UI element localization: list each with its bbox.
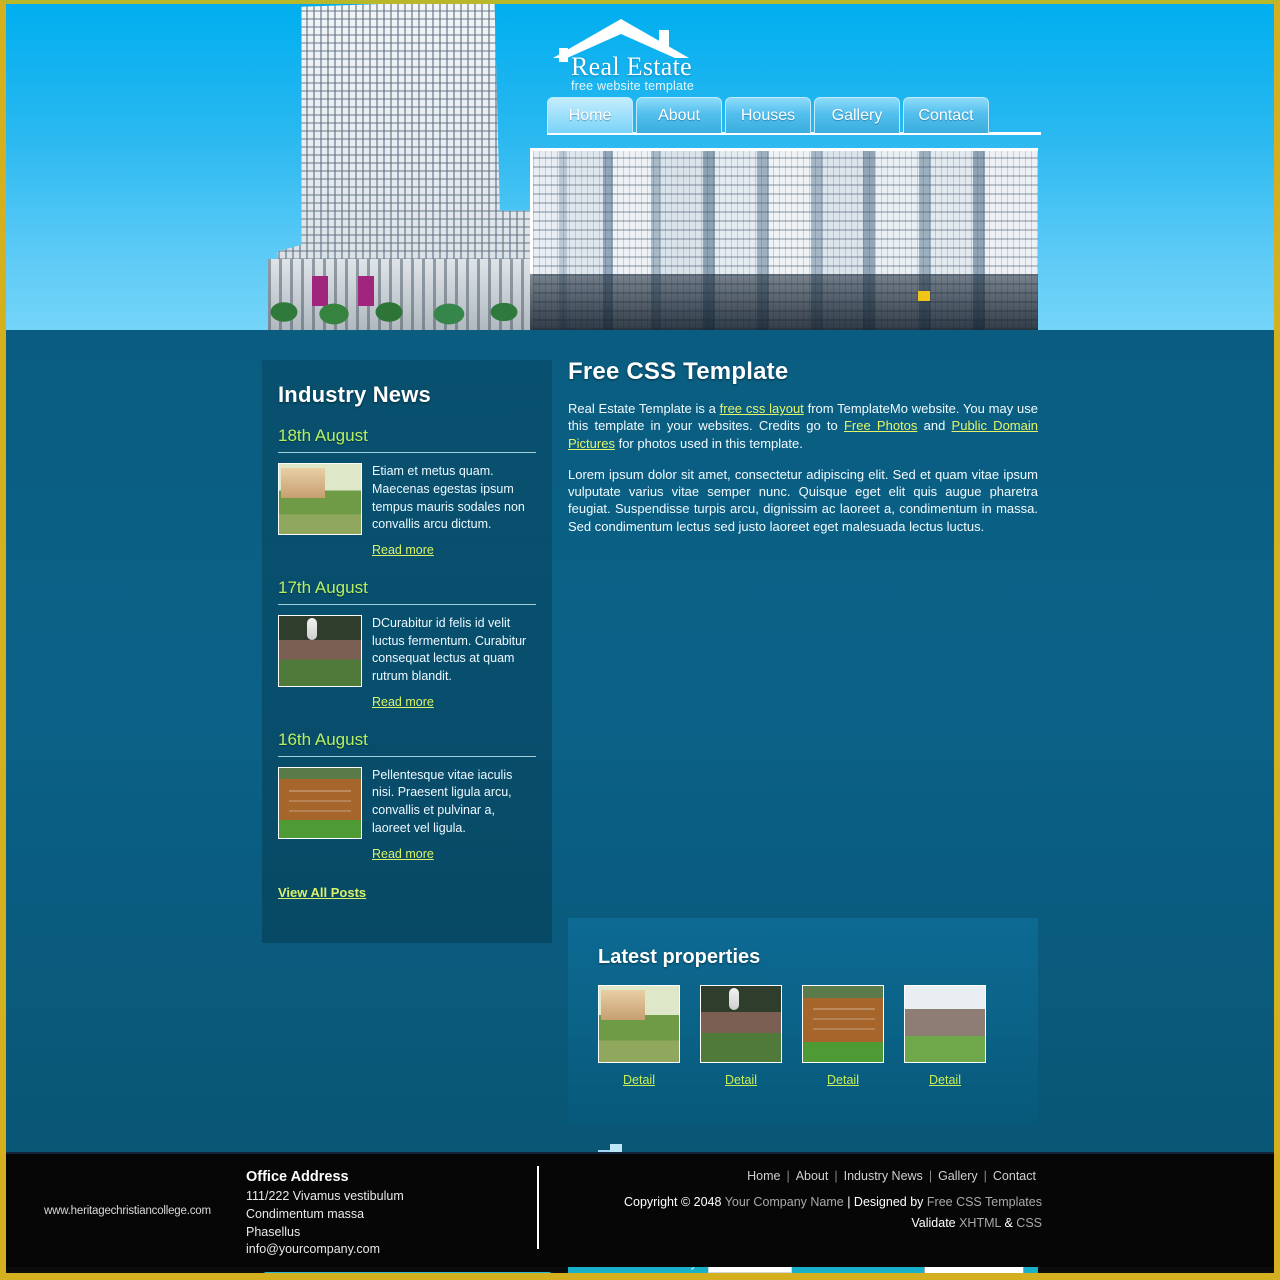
footer-navigation[interactable]: Home | About | Industry News | Gallery | Contact [741, 1169, 1042, 1183]
news-thumbnail-1 [278, 463, 362, 535]
news-item-3: Pellentesque vitae iaculis nisi. Praesen… [278, 766, 536, 864]
skyline-foreground-shadow [530, 274, 1038, 330]
validate-xhtml-link[interactable]: XHTML [959, 1216, 1001, 1230]
validate-amp: & [1001, 1216, 1017, 1230]
property-caption-3: Detail [802, 1071, 884, 1089]
property-card-1: Detail [598, 985, 680, 1089]
intro-paragraph: Real Estate Template is a free css layou… [568, 400, 1038, 452]
nav-item-gallery[interactable]: Gallery [814, 97, 900, 133]
industry-news-panel: Industry News 18th August Etiam et metus… [262, 360, 552, 943]
property-image-4 [904, 985, 986, 1063]
sunburst-rays [266, 1275, 549, 1280]
property-caption-1: Detail [598, 1071, 680, 1089]
latest-properties-panel: Latest properties Detail Detail Detail D… [568, 918, 1038, 1124]
site-header: Real Estate free website template Home A… [6, 4, 1274, 330]
main-region: Industry News 18th August Etiam et metus… [6, 330, 1274, 1273]
designer-link[interactable]: Free CSS Templates [927, 1195, 1042, 1209]
content-column: Free CSS Template Real Estate Template i… [568, 358, 1038, 535]
news-thumbnail-2 [278, 614, 362, 687]
free-photos-link[interactable]: Free Photos [844, 418, 917, 433]
read-more-link-1[interactable]: Read more [372, 543, 434, 557]
footer-link-gallery[interactable]: Gallery [932, 1169, 984, 1183]
property-card-3: Detail [802, 985, 884, 1089]
address-email: info@yourcompany.com [246, 1242, 381, 1257]
news-date-1: 18th August [278, 426, 368, 445]
property-detail-link-1[interactable]: Detail [623, 1073, 655, 1087]
nav-item-about[interactable]: About [636, 97, 722, 133]
page-title: Free CSS Template [568, 358, 789, 385]
news-paragraph-3: Pellentesque vitae iaculis nisi. Praesen… [372, 767, 513, 835]
validate-css-link[interactable]: CSS [1016, 1216, 1042, 1230]
news-paragraph-1: Etiam et metus quam. Maecenas egestas ip… [372, 464, 525, 532]
news-date-3: 16th August [278, 729, 368, 749]
find-an-agent-banner[interactable]: Find an agent in your state Read More [263, 1272, 552, 1280]
address-line-1: 111/222 Vivamus vestibulum [246, 1189, 404, 1203]
latest-properties-title: Latest properties [598, 946, 761, 968]
body-paragraph: Lorem ipsum dolor sit amet, consectetur … [568, 466, 1038, 534]
brand-tagline: free website template [571, 79, 695, 93]
read-more-link-2[interactable]: Read more [372, 695, 434, 709]
property-image-2 [700, 985, 782, 1063]
property-card-4: Detail [904, 985, 986, 1089]
news-paragraph-2: DCurabitur id felis id velit luctus ferm… [372, 615, 527, 683]
copyright-prefix: Copyright © 2048 [623, 1195, 725, 1209]
view-all-posts-link[interactable]: View All Posts [278, 885, 366, 900]
skyline-accent-marker [918, 291, 930, 301]
news-item-2: DCurabitur id felis id velit luctus ferm… [278, 614, 536, 712]
footer-divider [537, 1166, 539, 1249]
nav-item-houses[interactable]: Houses [725, 97, 811, 133]
designed-by-text: | Designed by [843, 1195, 927, 1209]
page-frame: Real Estate free website template Home A… [0, 0, 1280, 1280]
street-trees [264, 296, 532, 330]
brand-name: Real Estate [571, 52, 692, 81]
read-more-link-3[interactable]: Read more [372, 847, 434, 861]
property-caption-4: Detail [904, 1071, 986, 1089]
site-logo[interactable]: Real Estate free website template [551, 14, 811, 94]
intro-text-c: and [917, 418, 952, 434]
intro-text-a: Real Estate Template is a [568, 401, 720, 416]
property-card-2: Detail [700, 985, 782, 1089]
news-body-2: DCurabitur id felis id velit luctus ferm… [372, 615, 536, 712]
copyright-line: Copyright © 2048 Your Company Name | Des… [624, 1195, 1042, 1209]
office-address-title: Office Address [246, 1169, 349, 1185]
industry-news-title: Industry News [278, 382, 431, 407]
footer-link-contact[interactable]: Contact [987, 1169, 1042, 1183]
property-detail-link-2[interactable]: Detail [725, 1073, 757, 1087]
footer-link-home[interactable]: Home [741, 1169, 786, 1183]
property-image-1 [598, 985, 680, 1063]
news-divider-3 [278, 755, 536, 757]
news-body-1: Etiam et metus quam. Maecenas egestas ip… [372, 463, 536, 560]
office-address-block: Office Address 111/222 Vivamus vestibulu… [246, 1169, 404, 1259]
news-divider-1 [278, 452, 536, 453]
nav-item-contact[interactable]: Contact [903, 97, 989, 133]
news-divider-2 [278, 603, 536, 605]
intro-text-d: for photos used in this template. [614, 435, 803, 451]
news-item-1: Etiam et metus quam. Maecenas egestas ip… [278, 463, 536, 560]
footer-link-about[interactable]: About [790, 1169, 835, 1183]
property-detail-link-4[interactable]: Detail [929, 1073, 961, 1087]
address-line-2: Condimentum massa [246, 1206, 365, 1221]
site-footer: www.heritagechristiancollege.com Office … [6, 1152, 1274, 1267]
nav-item-home[interactable]: Home [547, 97, 633, 133]
validate-label: Validate [911, 1216, 960, 1230]
news-body-3: Pellentesque vitae iaculis nisi. Praesen… [372, 767, 536, 864]
address-line-3: Phasellus [246, 1224, 301, 1239]
main-navigation[interactable]: Home About Houses Gallery Contact [547, 97, 989, 133]
footer-link-industry-news[interactable]: Industry News [838, 1169, 929, 1183]
footer-watermark: www.heritagechristiancollege.com [44, 1205, 211, 1217]
free-css-layout-link[interactable]: free css layout [720, 401, 804, 416]
news-date-2: 17th August [278, 577, 368, 597]
property-caption-2: Detail [700, 1071, 782, 1089]
company-name-link[interactable]: Your Company Name [725, 1195, 844, 1209]
property-detail-link-3[interactable]: Detail [827, 1073, 859, 1087]
news-thumbnail-3 [278, 766, 362, 839]
property-list: Detail Detail Detail Detail [598, 985, 1038, 1089]
validate-line: Validate XHTML & CSS [911, 1216, 1042, 1230]
property-image-3 [802, 985, 884, 1063]
